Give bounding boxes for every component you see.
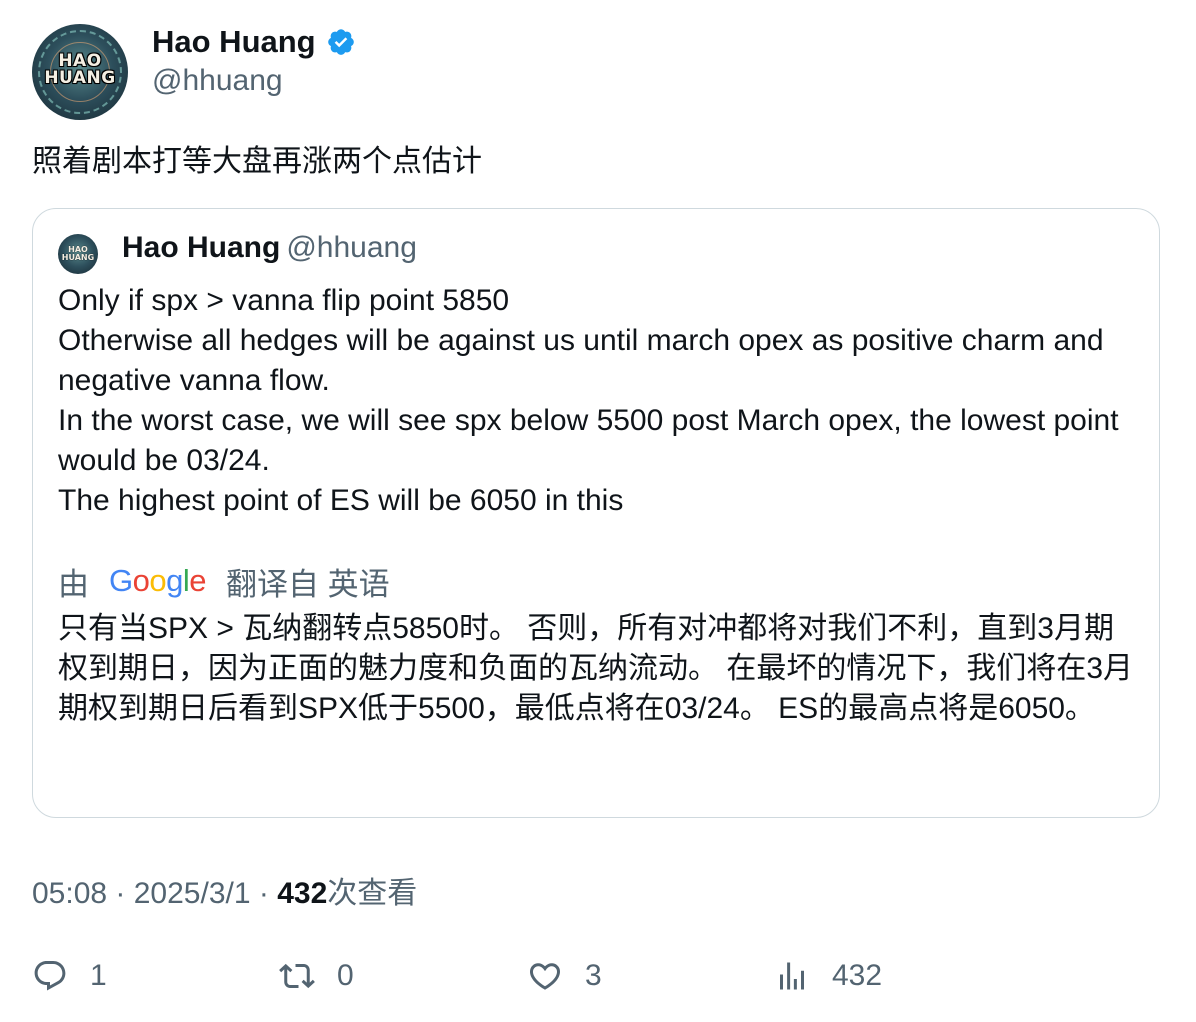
views-button[interactable]: 432	[774, 952, 882, 1000]
like-button[interactable]: 3	[527, 952, 602, 1000]
tweet-date[interactable]: 2025/3/1	[134, 877, 251, 910]
author-name-text[interactable]: Hao Huang	[152, 24, 316, 60]
retweet-icon	[279, 963, 315, 989]
author-handle[interactable]: @hhuang	[152, 64, 283, 98]
avatar-logo: HAO HUANG	[44, 51, 116, 88]
tweet-time[interactable]: 05:08	[32, 877, 107, 910]
quoted-author-handle: @hhuang	[286, 231, 417, 264]
tweet-meta: 05:08 · 2025/3/1 · 432次查看	[32, 868, 417, 912]
retweet-count: 0	[337, 959, 354, 992]
quoted-text-line: Only if spx > vanna flip point 5850	[58, 284, 510, 317]
translation-suffix: 翻译自 英语	[226, 566, 390, 602]
views-label: 次查看	[327, 877, 418, 910]
quoted-text-line: In the worst case, we will see spx below…	[58, 404, 1127, 477]
quoted-tweet-card[interactable]: HAO HUANG Hao Huang @hhuang Only if spx >…	[32, 208, 1160, 818]
translation-attribution: 由 Google 翻译自 英语	[58, 561, 390, 602]
quoted-text-line: The highest point of ES will be 6050 in …	[58, 484, 624, 517]
quoted-author-avatar: HAO HUANG	[58, 234, 98, 274]
verified-badge-icon[interactable]	[326, 27, 356, 57]
views-count: 432	[277, 877, 328, 910]
author-display-name[interactable]: Hao Huang	[152, 24, 356, 60]
meta-separator: ·	[107, 877, 134, 910]
analytics-icon	[780, 962, 804, 990]
tweet-text: 照着剧本打等大盘再涨两个点估计	[32, 145, 482, 178]
quoted-text-line: Otherwise all hedges will be against us …	[58, 324, 1112, 397]
quoted-tweet-text: Only if spx > vanna flip point 5850 Othe…	[58, 281, 1138, 521]
translation-prefix: 由	[58, 566, 89, 602]
retweet-button[interactable]: 0	[279, 952, 354, 1000]
action-bar: 1 0 3 432	[32, 952, 1162, 1000]
heart-icon	[529, 963, 561, 990]
translated-text: 只有当SPX > 瓦纳翻转点5850时。 否则，所有对冲都将对我们不利，直到3月…	[58, 612, 1134, 725]
quoted-tweet-header: Hao Huang @hhuang	[122, 231, 417, 265]
like-count: 3	[585, 959, 602, 992]
meta-separator: ·	[250, 877, 278, 910]
quoted-author-name: Hao Huang	[122, 231, 281, 264]
author-avatar[interactable]: HAO HUANG	[32, 24, 128, 120]
quoted-avatar-logo: HAO HUANG	[61, 245, 95, 262]
views-count-action: 432	[832, 959, 883, 992]
reply-count: 1	[90, 959, 107, 992]
reply-icon	[34, 961, 66, 991]
reply-button[interactable]: 1	[32, 952, 107, 1000]
google-logo: Google	[109, 563, 207, 598]
